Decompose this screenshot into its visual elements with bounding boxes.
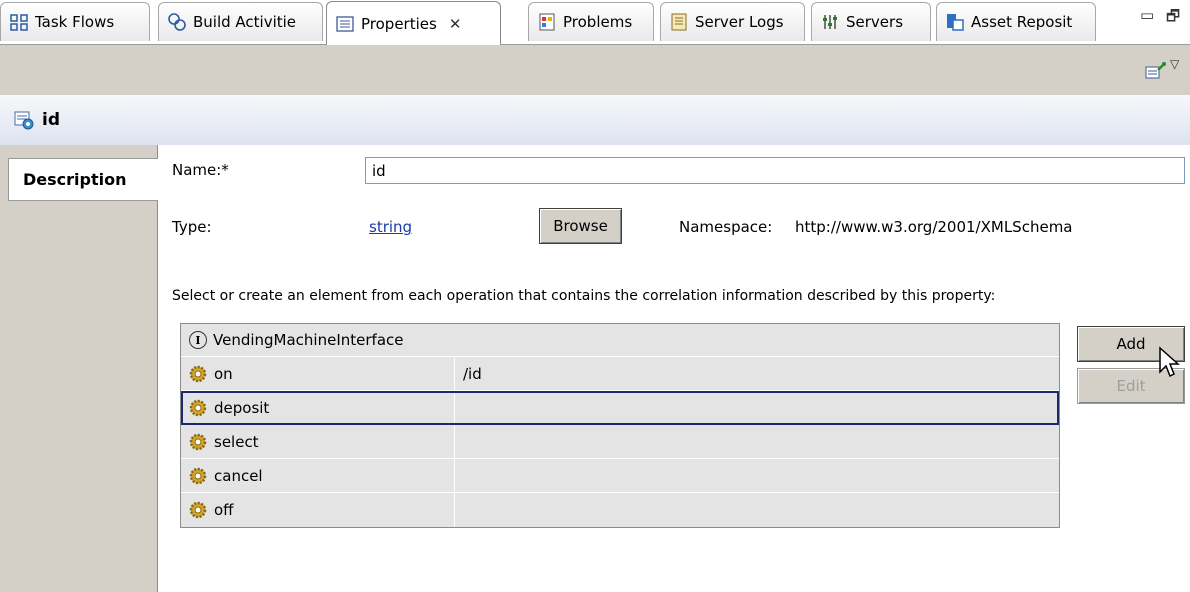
operation-gear-icon [189, 365, 207, 382]
server-logs-icon [669, 12, 689, 32]
properties-header: id [0, 95, 1190, 145]
correlation-value-cell[interactable] [455, 459, 1059, 492]
mouse-cursor-icon [1159, 346, 1180, 378]
view-toolbar: ▽ [0, 45, 1190, 95]
tab-task-flows[interactable]: Task Flows [0, 2, 150, 41]
properties-icon [335, 14, 355, 34]
tab-label: Problems [563, 13, 633, 31]
correlation-value-cell[interactable] [455, 425, 1059, 458]
operation-gear-icon [189, 501, 207, 519]
property-icon [14, 110, 34, 130]
interface-icon: I [189, 331, 207, 349]
operation-name: deposit [214, 398, 270, 417]
task-flows-icon [9, 12, 29, 32]
namespace-value: http://www.w3.org/2001/XMLSchema [795, 218, 1073, 236]
browse-button[interactable]: Browse [539, 208, 622, 244]
correlation-value-cell[interactable]: /id [455, 357, 1059, 390]
operation-name: cancel [214, 466, 263, 485]
servers-icon [820, 12, 840, 32]
tab-label: Asset Reposit [971, 13, 1073, 31]
view-menu-icon[interactable]: ▽ [1170, 57, 1179, 71]
table-row[interactable]: select [181, 425, 1059, 459]
tab-properties[interactable]: Properties ✕ [326, 1, 501, 45]
tab-label: Servers [846, 13, 904, 31]
tab-asset-repository[interactable]: Asset Reposit [936, 2, 1096, 41]
correlation-table[interactable]: I VendingMachineInterface on /id deposit… [180, 323, 1060, 528]
page-title: id [42, 110, 60, 130]
name-field[interactable] [365, 157, 1185, 184]
operation-name: off [214, 501, 234, 519]
operation-gear-icon [189, 433, 207, 450]
name-label: Name:* [172, 161, 229, 179]
tab-servers[interactable]: Servers [811, 2, 931, 41]
type-label: Type: [172, 218, 212, 236]
asset-repository-icon [945, 12, 965, 32]
tab-build-activities[interactable]: Build Activitie [158, 2, 323, 41]
type-link[interactable]: string [369, 218, 412, 236]
pin-view-icon[interactable] [1145, 61, 1167, 81]
close-tab-icon[interactable]: ✕ [449, 15, 462, 33]
tab-label: Server Logs [695, 13, 784, 31]
instruction-text: Select or create an element from each op… [172, 288, 996, 304]
section-tabs: Description [0, 145, 158, 592]
correlation-value-cell[interactable] [455, 391, 1059, 424]
maximize-icon[interactable]: 🗗 [1166, 6, 1180, 31]
namespace-label: Namespace: [679, 218, 773, 236]
interface-row[interactable]: I VendingMachineInterface [181, 324, 1059, 357]
tab-label: Task Flows [35, 13, 115, 31]
table-row[interactable]: off [181, 493, 1059, 527]
table-row-selected[interactable]: deposit [181, 391, 1059, 425]
operation-name: select [214, 432, 259, 451]
build-activities-icon [167, 12, 187, 32]
interface-name: VendingMachineInterface [213, 331, 404, 349]
table-row[interactable]: cancel [181, 459, 1059, 493]
view-tab-bar: Task Flows Build Activitie Properties ✕ … [0, 0, 1190, 45]
operation-gear-icon [189, 467, 207, 484]
tab-server-logs[interactable]: Server Logs [660, 2, 805, 41]
operation-name: on [214, 364, 233, 383]
problems-icon [537, 12, 557, 32]
tab-label: Build Activitie [193, 13, 297, 31]
table-row[interactable]: on /id [181, 357, 1059, 391]
tab-description[interactable]: Description [8, 158, 158, 201]
correlation-value-cell[interactable] [455, 493, 1059, 527]
operation-gear-icon [189, 399, 207, 416]
tab-problems[interactable]: Problems [528, 2, 654, 41]
minimize-icon[interactable]: ▭ [1140, 6, 1154, 24]
tab-label: Properties [361, 14, 437, 33]
